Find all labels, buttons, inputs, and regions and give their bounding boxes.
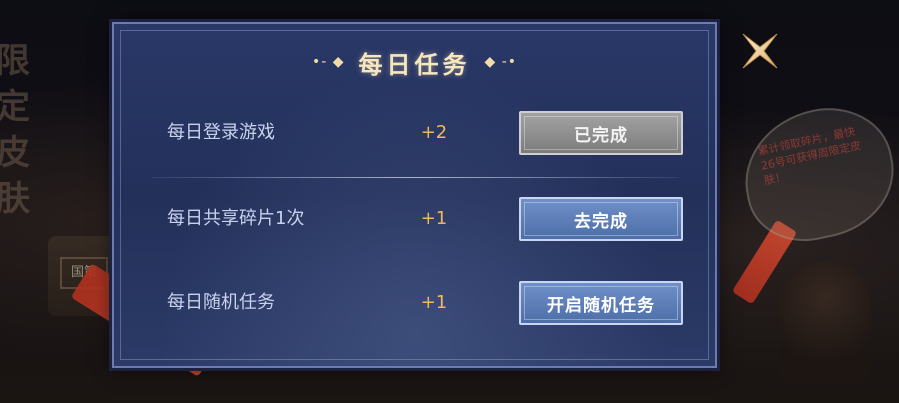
dialog-title: 每日任务 bbox=[358, 49, 471, 79]
task-reward: +1 bbox=[420, 292, 448, 313]
close-button[interactable] bbox=[737, 28, 783, 74]
title-right-ornament: ◆ -• bbox=[484, 54, 518, 70]
background-banner-text: 限定皮肤 bbox=[0, 41, 30, 219]
start-random-task-button[interactable]: 开启随机任务 bbox=[519, 281, 683, 325]
go-complete-button[interactable]: 去完成 bbox=[519, 197, 683, 241]
background-character bbox=[780, 262, 870, 382]
row-divider bbox=[152, 177, 679, 178]
close-x-icon bbox=[742, 33, 778, 69]
title-row: •- ◆ 每日任务 ◆ -• bbox=[114, 42, 715, 82]
task-reward: +1 bbox=[420, 208, 448, 229]
task-name: 每日登录游戏 bbox=[167, 122, 275, 143]
daily-tasks-dialog: •- ◆ 每日任务 ◆ -• 每日登录游戏 +2 已完成 每日共享碎片1次 +1… bbox=[112, 22, 717, 368]
task-reward: +2 bbox=[420, 122, 448, 143]
task-name: 每日随机任务 bbox=[167, 292, 275, 313]
task-row-random-task: 每日随机任务 +1 开启随机任务 bbox=[114, 273, 715, 333]
task-name: 每日共享碎片1次 bbox=[167, 208, 305, 229]
task-row-daily-login: 每日登录游戏 +2 已完成 bbox=[114, 103, 715, 163]
title-left-ornament: •- ◆ bbox=[311, 54, 345, 70]
task-row-share-fragment: 每日共享碎片1次 +1 去完成 bbox=[114, 189, 715, 249]
completed-button[interactable]: 已完成 bbox=[519, 111, 683, 155]
